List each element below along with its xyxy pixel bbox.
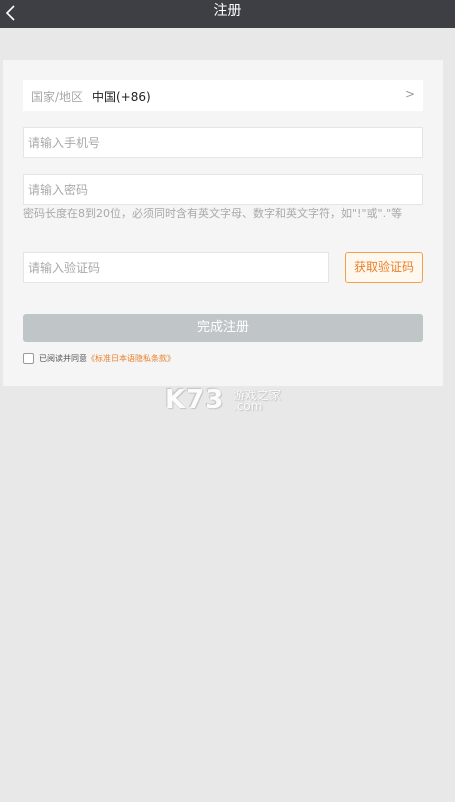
agreement-checkbox[interactable] (23, 353, 34, 364)
chevron-right-icon: > (404, 87, 415, 101)
verification-code-input[interactable] (23, 252, 329, 283)
watermark-brand: K73 (165, 385, 225, 415)
privacy-policy-link[interactable]: 《标准日本语隐私条款》 (87, 354, 175, 363)
submit-button[interactable]: 完成注册 (23, 314, 423, 342)
password-hint: 密码长度在8到20位，必须同时含有英文字母、数字和英文字符，如"!"或"."等 (23, 207, 403, 220)
country-value: 中国(+86) (92, 90, 151, 104)
nav-bar: 注册 (0, 0, 455, 28)
get-code-button[interactable]: 获取验证码 (345, 252, 423, 283)
watermark-domain: .com (233, 399, 263, 413)
page-title: 注册 (213, 3, 242, 19)
country-selector[interactable]: 国家/地区 中国(+86) > (23, 80, 423, 111)
register-form: 国家/地区 中国(+86) > 密码长度在8到20位，必须同时含有英文字母、数字… (3, 60, 443, 386)
password-input[interactable] (23, 174, 423, 205)
phone-input[interactable] (23, 127, 423, 158)
country-label: 国家/地区 (31, 90, 84, 104)
agreement-text: 已阅读并同意《标准日本语隐私条款》 (39, 354, 175, 364)
watermark-logo: K73 游戏之家 .com (163, 385, 293, 417)
agreement-prefix: 已阅读并同意 (39, 354, 87, 363)
